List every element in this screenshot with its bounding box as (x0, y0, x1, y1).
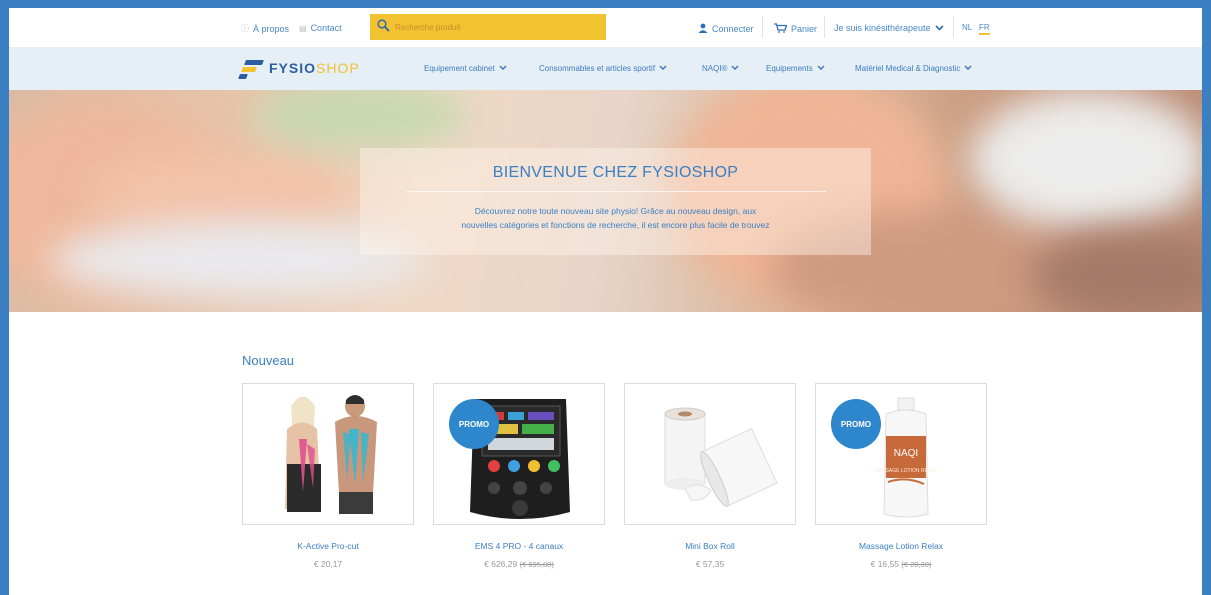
nav-item-label: Consommables et articles sportif (539, 64, 656, 73)
nav-item-consommables[interactable]: Consommables et articles sportif (539, 64, 667, 73)
user-icon (698, 23, 708, 35)
product-name[interactable]: Massage Lotion Relax (815, 541, 987, 551)
main-nav: FYSIOSHOP Equipement cabinet Consommable… (9, 47, 1202, 90)
about-link[interactable]: ⓘ À propos (241, 23, 289, 34)
nav-item-materiel-medical[interactable]: Matériel Medical & Diagnostic (855, 64, 972, 73)
contact-link[interactable]: ▤ Contact (299, 23, 342, 33)
hero-image-shape (249, 90, 469, 150)
cart-label: Panier (791, 24, 818, 34)
profile-label: Je suis kinésithérapeute (834, 23, 931, 33)
logo-text-shop: SHOP (316, 60, 360, 76)
product-card[interactable]: PROMO (433, 383, 605, 525)
nav-item-equipements[interactable]: Equipements (766, 64, 825, 73)
nav-item-label: Equipement cabinet (424, 64, 495, 73)
product-price: € 16,55 (€ 20,30) (815, 559, 987, 569)
login-label: Connecter (712, 24, 754, 34)
product-name[interactable]: K-Active Pro-cut (242, 541, 414, 551)
product-price-value: € 57,35 (695, 559, 725, 569)
product-name[interactable]: Mini Box Roll (624, 541, 796, 551)
product-price-value: € 16,55 (870, 559, 899, 569)
logo-mark-icon (238, 58, 264, 79)
product-old-price: (€ 20,30) (901, 560, 932, 569)
logo-text: FYSIOSHOP (269, 60, 360, 76)
product-price: € 20,17 (242, 559, 414, 569)
product-image (664, 407, 778, 507)
bottle-label-brand: NAQI (894, 448, 918, 459)
divider (824, 16, 825, 38)
product-price: € 626,29 (€ 695,88) (433, 559, 605, 569)
product-image (285, 395, 377, 514)
hero-text-line-1: Découvrez notre toute nouveau site physi… (474, 206, 757, 216)
browser-viewport: ⓘ À propos ▤ Contact Connecter Panier (9, 8, 1202, 595)
chevron-down-icon (499, 65, 507, 72)
hero-title: BIENVENUE CHEZ FYSIOSHOP (492, 164, 739, 181)
section-title-nouveau: Nouveau (242, 353, 295, 368)
nav-item-label: NAQI® (702, 64, 728, 73)
product-price-value: € 626,29 (484, 559, 518, 569)
lang-fr[interactable]: FR (979, 23, 990, 35)
top-bar: ⓘ À propos ▤ Contact Connecter Panier (9, 8, 1202, 47)
search-icon (377, 19, 390, 35)
chevron-down-icon (934, 23, 944, 33)
product-price: € 57,35 (624, 559, 796, 569)
product-card[interactable] (624, 383, 796, 525)
nav-item-naqi[interactable]: NAQI® (702, 64, 739, 73)
divider (953, 16, 954, 38)
hero-image-shape (969, 90, 1202, 230)
cart-link[interactable]: Panier (774, 23, 817, 35)
product-price-value: € 20,17 (313, 559, 343, 569)
logo-text-fysio: FYSIO (269, 60, 317, 76)
nav-item-equipement-cabinet[interactable]: Equipement cabinet (424, 64, 507, 73)
hero-message-box: BIENVENUE CHEZ FYSIOSHOP Découvrez notre… (360, 148, 871, 255)
promo-badge: PROMO (449, 399, 499, 449)
bottle-label-text: MASSAGE LOTION RELAX (875, 468, 938, 474)
cart-icon (774, 23, 788, 35)
nav-item-label: Matériel Medical & Diagnostic (855, 64, 961, 73)
divider (405, 191, 826, 192)
login-link[interactable]: Connecter (698, 23, 754, 35)
product-name[interactable]: EMS 4 PRO - 4 canaux (433, 541, 605, 551)
chevron-down-icon (731, 65, 739, 72)
promo-badge: PROMO (831, 399, 881, 449)
info-icon: ⓘ (241, 24, 249, 33)
hero-banner: BIENVENUE CHEZ FYSIOSHOP Découvrez notre… (9, 90, 1202, 312)
about-label: À propos (253, 23, 290, 34)
search-input[interactable] (395, 22, 595, 32)
logo[interactable]: FYSIOSHOP (238, 58, 360, 79)
chevron-down-icon (964, 65, 972, 72)
contact-icon: ▤ (299, 23, 307, 33)
divider (762, 16, 763, 38)
search-box[interactable] (370, 14, 606, 40)
product-card[interactable] (242, 383, 414, 525)
product-card[interactable]: PROMO NAQI MASSAGE LOTION RELAX (815, 383, 987, 525)
product-old-price: (€ 695,88) (519, 560, 554, 569)
chevron-down-icon (817, 65, 825, 72)
nav-item-label: Equipements (766, 64, 813, 73)
lang-nl[interactable]: NL (962, 23, 972, 32)
profile-dropdown[interactable]: Je suis kinésithérapeute (834, 23, 944, 33)
hero-text-line-2: nouvelles catégories et fonctions de rec… (461, 220, 770, 231)
chevron-down-icon (659, 65, 667, 72)
contact-label: Contact (310, 23, 342, 33)
